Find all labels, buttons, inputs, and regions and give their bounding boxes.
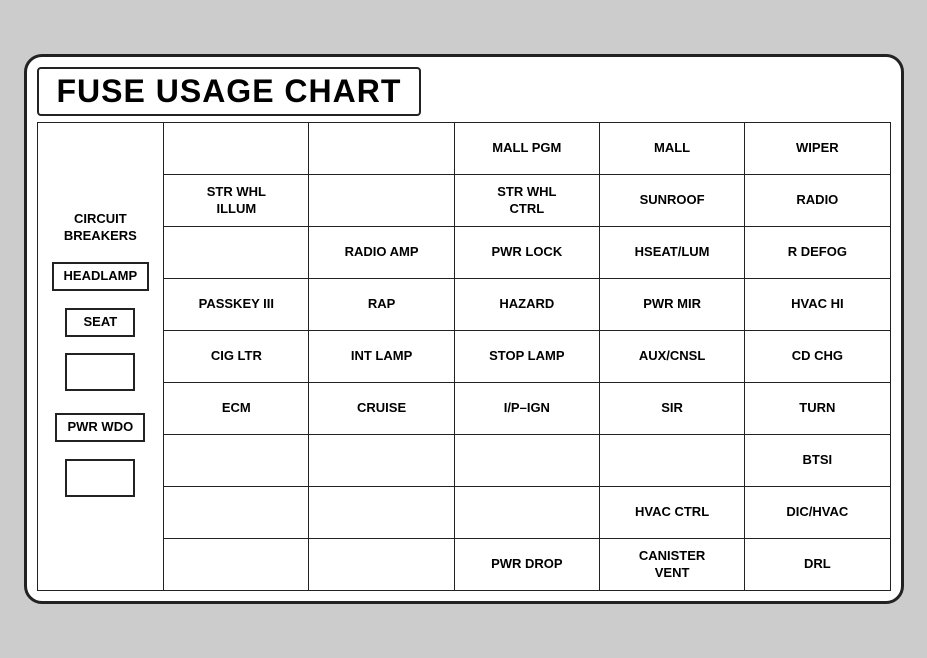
- cell-r1-c6: WIPER: [745, 123, 890, 175]
- cell-r6-c6: TURN: [745, 383, 890, 435]
- cell-r3-c3: RADIO AMP: [309, 227, 454, 279]
- cell-r1-c5: MALL: [599, 123, 744, 175]
- cell-r5-c4: STOP LAMP: [454, 331, 599, 383]
- cell-r1-c2: [164, 123, 309, 175]
- table-row: STR WHLILLUM STR WHLCTRL SUNROOF RADIO: [37, 175, 890, 227]
- cell-r4-c6: HVAC HI: [745, 279, 890, 331]
- fuse-table: CIRCUITBREAKERS HEADLAMP SEAT PWR WDO MA…: [37, 122, 891, 591]
- cb-title: CIRCUITBREAKERS: [41, 211, 161, 245]
- cb-seat: SEAT: [65, 308, 135, 337]
- cell-r2-c6: RADIO: [745, 175, 890, 227]
- table-row: RADIO AMP PWR LOCK HSEAT/LUM R DEFOG: [37, 227, 890, 279]
- table-row: ECM CRUISE I/P–IGN SIR TURN: [37, 383, 890, 435]
- table-row: PWR DROP CANISTERVENT DRL: [37, 539, 890, 591]
- cell-r7-c4: [454, 435, 599, 487]
- cell-r4-c2: PASSKEY III: [164, 279, 309, 331]
- cell-r9-c4: PWR DROP: [454, 539, 599, 591]
- cell-r3-c4: PWR LOCK: [454, 227, 599, 279]
- cell-r1-c4: MALL PGM: [454, 123, 599, 175]
- cb-pwrwdo: PWR WDO: [55, 413, 145, 442]
- cell-r4-c5: PWR MIR: [599, 279, 744, 331]
- cell-r9-c6: DRL: [745, 539, 890, 591]
- cell-r2-c4: STR WHLCTRL: [454, 175, 599, 227]
- cb-column: CIRCUITBREAKERS HEADLAMP SEAT PWR WDO: [37, 123, 164, 591]
- cell-r6-c3: CRUISE: [309, 383, 454, 435]
- cell-r8-c2: [164, 487, 309, 539]
- table-row: PASSKEY III RAP HAZARD PWR MIR HVAC HI: [37, 279, 890, 331]
- table-row: BTSI: [37, 435, 890, 487]
- cell-r7-c2: [164, 435, 309, 487]
- cell-r5-c6: CD CHG: [745, 331, 890, 383]
- cell-r3-c2: [164, 227, 309, 279]
- cell-r6-c2: ECM: [164, 383, 309, 435]
- cell-r7-c5: [599, 435, 744, 487]
- cell-r8-c5: HVAC CTRL: [599, 487, 744, 539]
- cb-empty1: [65, 353, 135, 391]
- cell-r7-c3: [309, 435, 454, 487]
- cell-r4-c4: HAZARD: [454, 279, 599, 331]
- cell-r2-c3: [309, 175, 454, 227]
- cell-r3-c5: HSEAT/LUM: [599, 227, 744, 279]
- cell-r8-c4: [454, 487, 599, 539]
- cell-r5-c5: AUX/CNSL: [599, 331, 744, 383]
- cb-empty2: [65, 459, 135, 497]
- table-row: CIRCUITBREAKERS HEADLAMP SEAT PWR WDO MA…: [37, 123, 890, 175]
- cell-r9-c3: [309, 539, 454, 591]
- cell-r3-c6: R DEFOG: [745, 227, 890, 279]
- cell-r7-c6: BTSI: [745, 435, 890, 487]
- cell-r5-c2: CIG LTR: [164, 331, 309, 383]
- cell-r9-c5: CANISTERVENT: [599, 539, 744, 591]
- cell-r6-c4: I/P–IGN: [454, 383, 599, 435]
- cell-r1-c3: [309, 123, 454, 175]
- cell-r8-c3: [309, 487, 454, 539]
- cell-r5-c3: INT LAMP: [309, 331, 454, 383]
- cell-r8-c6: DIC/HVAC: [745, 487, 890, 539]
- table-row: CIG LTR INT LAMP STOP LAMP AUX/CNSL CD C…: [37, 331, 890, 383]
- chart-title: FUSE USAGE CHART: [37, 67, 422, 116]
- cell-r9-c2: [164, 539, 309, 591]
- cell-r2-c5: SUNROOF: [599, 175, 744, 227]
- chart-container: FUSE USAGE CHART CIRCUITBREAKERS HEADLAM…: [24, 54, 904, 604]
- cell-r6-c5: SIR: [599, 383, 744, 435]
- cb-headlamp: HEADLAMP: [52, 262, 150, 291]
- cell-r2-c2: STR WHLILLUM: [164, 175, 309, 227]
- table-row: HVAC CTRL DIC/HVAC: [37, 487, 890, 539]
- cell-r4-c3: RAP: [309, 279, 454, 331]
